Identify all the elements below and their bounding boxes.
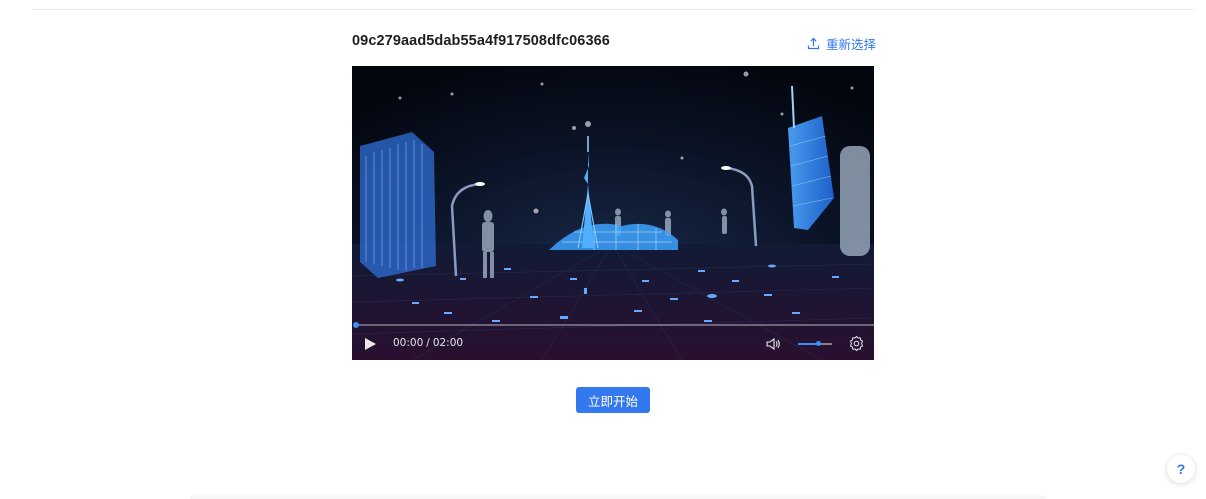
progress-bar[interactable] — [354, 324, 874, 326]
settings-button[interactable] — [848, 335, 865, 352]
start-button[interactable]: 立即开始 — [576, 387, 650, 413]
volume-slider[interactable] — [798, 341, 832, 346]
current-time: 00:00 — [393, 337, 424, 349]
volume-fill — [798, 343, 819, 345]
play-icon — [365, 338, 376, 350]
duration: 02:00 — [432, 337, 464, 349]
reselect-label: 重新选择 — [826, 37, 877, 52]
volume-icon — [766, 337, 780, 351]
help-button[interactable]: ? — [1167, 455, 1195, 483]
bottom-panel-edge — [190, 493, 1046, 499]
top-divider — [33, 9, 1194, 10]
video-frame — [352, 66, 874, 360]
file-name: 09c279aad5dab55a4f917508dfc06366 — [352, 33, 610, 49]
volume-handle[interactable] — [816, 341, 822, 346]
time-separator: / — [426, 337, 430, 349]
help-icon: ? — [1176, 461, 1186, 477]
settings-icon — [849, 335, 864, 352]
time-display: 00:00/02:00 — [393, 337, 463, 349]
video-player[interactable]: 00:00/02:00 — [352, 66, 874, 360]
reselect-button[interactable]: 重新选择 — [807, 34, 876, 53]
volume-button[interactable] — [765, 336, 781, 352]
player-controls: 00:00/02:00 — [352, 328, 874, 360]
play-button[interactable] — [362, 336, 378, 352]
upload-icon — [807, 37, 820, 50]
